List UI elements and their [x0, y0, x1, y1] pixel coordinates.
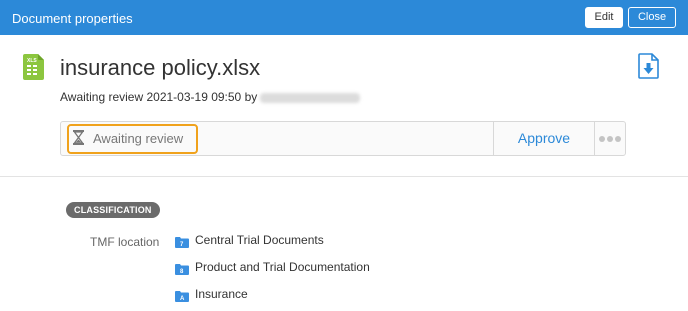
svg-text:XLS: XLS — [27, 58, 37, 64]
dialog-header: Document properties Edit Close — [0, 0, 688, 35]
document-meta: Awaiting review 2021-03-19 09:50 by — [60, 90, 361, 104]
tmf-location-label: TMF location — [90, 235, 160, 249]
xlsx-file-icon: XLS — [23, 54, 45, 80]
folder-icon: A — [175, 289, 189, 302]
dialog-title: Document properties — [12, 11, 133, 26]
section-divider — [0, 176, 688, 177]
edit-button[interactable]: Edit — [585, 7, 623, 28]
tmf-location-text: Product and Trial Documentation — [195, 260, 370, 274]
more-options-icon[interactable] — [595, 122, 626, 155]
tmf-location-text: Insurance — [195, 287, 248, 301]
svg-text:A: A — [180, 296, 185, 302]
document-filename: insurance policy.xlsx — [60, 55, 261, 80]
redacted-user — [260, 92, 361, 103]
classification-badge: CLASSIFICATION — [66, 202, 160, 218]
approve-button[interactable]: Approve — [494, 122, 594, 155]
workflow-status-bar: Awaiting review Approve — [60, 121, 626, 156]
meta-text: Awaiting review 2021-03-19 09:50 by — [60, 90, 258, 104]
folder-icon: 7 — [175, 235, 189, 248]
download-icon[interactable] — [638, 53, 660, 79]
status-label: Awaiting review — [93, 131, 184, 146]
folder-icon: 8 — [175, 262, 189, 275]
close-button[interactable]: Close — [628, 7, 676, 28]
tmf-location-text: Central Trial Documents — [195, 233, 324, 247]
hourglass-icon — [73, 130, 84, 145]
